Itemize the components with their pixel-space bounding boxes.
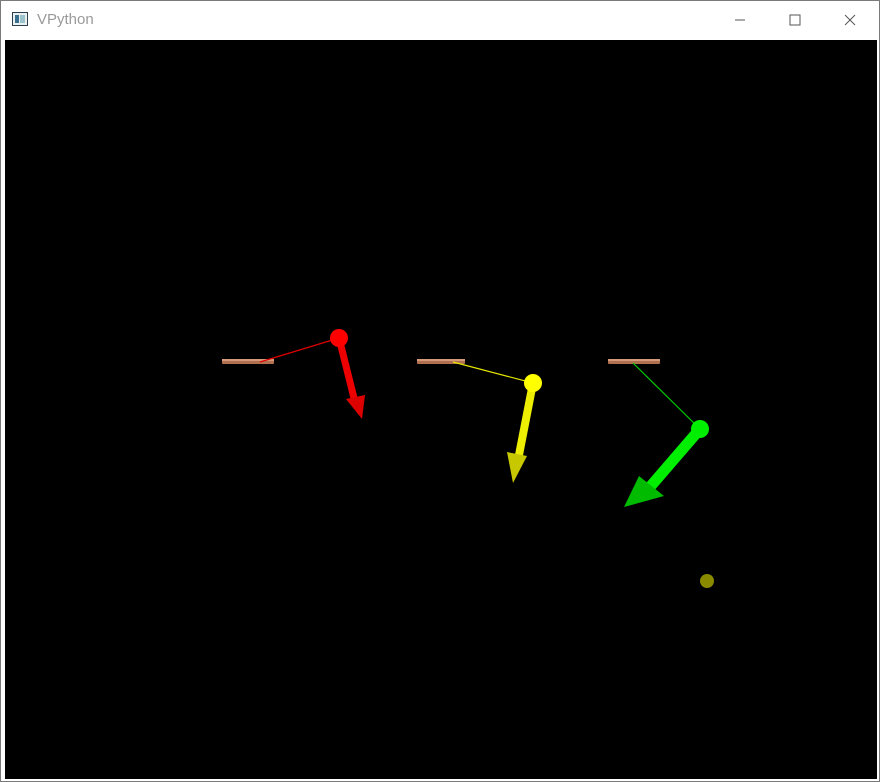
close-icon [844, 14, 856, 26]
title-bar[interactable]: VPython [1, 1, 879, 39]
force-arrow-shaft [645, 425, 705, 491]
close-button[interactable] [827, 1, 873, 39]
force-arrow-shaft [335, 337, 359, 403]
vpython-app-icon [12, 12, 28, 26]
maximize-button[interactable] [772, 1, 818, 39]
force-arrow-head [507, 452, 527, 483]
pendulum-bob [691, 420, 709, 438]
pendulum-green [608, 359, 709, 507]
pendulum-string [452, 361, 534, 384]
vpython-window: VPython [0, 0, 880, 782]
pendulum-yellow [417, 359, 542, 483]
minimize-button[interactable] [717, 1, 763, 39]
pendulum-string [259, 337, 340, 363]
trail-marker [700, 574, 714, 588]
pendulum-red [222, 329, 365, 419]
scene-canvas[interactable] [5, 40, 877, 779]
maximize-icon [789, 14, 801, 26]
window-title: VPython [37, 11, 94, 28]
pendulum-string [632, 362, 701, 430]
force-arrow-shaft [515, 382, 537, 456]
pendulum-bob [330, 329, 348, 347]
force-arrow-head [346, 395, 365, 419]
scene-drawing [222, 329, 714, 588]
minimize-icon [735, 19, 745, 21]
pendulum-bob [524, 374, 542, 392]
